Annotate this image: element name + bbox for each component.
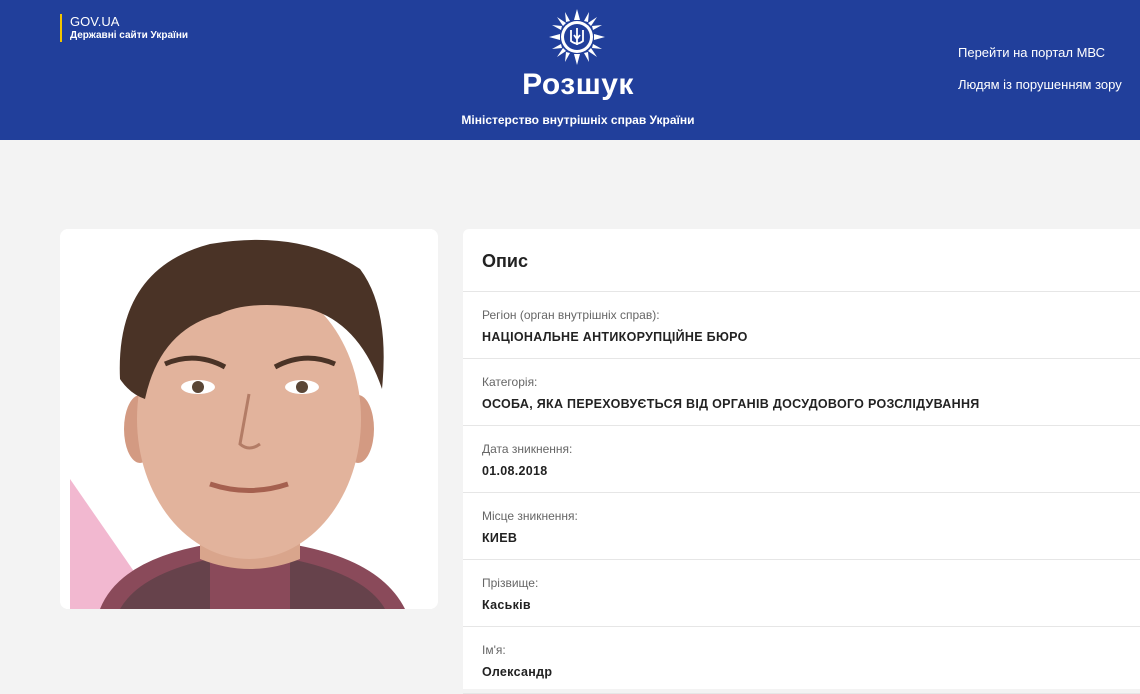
field-first-name: Ім'я: Олександр — [463, 627, 1140, 694]
field-value: КИЕВ — [482, 531, 518, 545]
description-title: Опис — [463, 229, 1140, 292]
field-label: Категорія: — [482, 375, 538, 389]
mvs-portal-link[interactable]: Перейти на портал МВС — [958, 45, 1105, 60]
govua-link[interactable]: GOV.UA Державні сайти України — [60, 14, 188, 42]
site-header: GOV.UA Державні сайти України Розшук Мін… — [0, 0, 1140, 140]
field-value: Каськів — [482, 598, 531, 612]
govua-subtitle: Державні сайти України — [70, 30, 189, 41]
govua-domain: GOV.UA — [70, 14, 120, 29]
field-label: Регіон (орган внутрішніх справ): — [482, 308, 660, 322]
field-value: ОСОБА, ЯКА ПЕРЕХОВУЄТЬСЯ ВІД ОРГАНІВ ДОС… — [482, 397, 980, 411]
field-surname: Прізвище: Каськів — [463, 560, 1140, 627]
field-label: Прізвище: — [482, 576, 539, 590]
ministry-subtitle: Міністерство внутрішніх справ України — [461, 113, 695, 127]
field-category: Категорія: ОСОБА, ЯКА ПЕРЕХОВУЄТЬСЯ ВІД … — [463, 359, 1140, 426]
accessibility-link[interactable]: Людям із порушенням зору — [958, 77, 1122, 92]
field-value: НАЦІОНАЛЬНЕ АНТИКОРУПЦІЙНЕ БЮРО — [482, 330, 748, 344]
field-disappearance-date: Дата зникнення: 01.08.2018 — [463, 426, 1140, 493]
police-emblem-icon[interactable] — [548, 8, 606, 66]
field-label: Ім'я: — [482, 643, 506, 657]
field-label: Дата зникнення: — [482, 442, 573, 456]
field-value: 01.08.2018 — [482, 464, 548, 478]
field-region: Регіон (орган внутрішніх справ): НАЦІОНА… — [463, 292, 1140, 359]
description-card: Опис Регіон (орган внутрішніх справ): НА… — [463, 229, 1140, 694]
field-disappearance-place: Місце зникнення: КИЕВ — [463, 493, 1140, 560]
field-label: Місце зникнення: — [482, 509, 578, 523]
person-photo — [60, 229, 438, 609]
field-value: Олександр — [482, 665, 553, 679]
